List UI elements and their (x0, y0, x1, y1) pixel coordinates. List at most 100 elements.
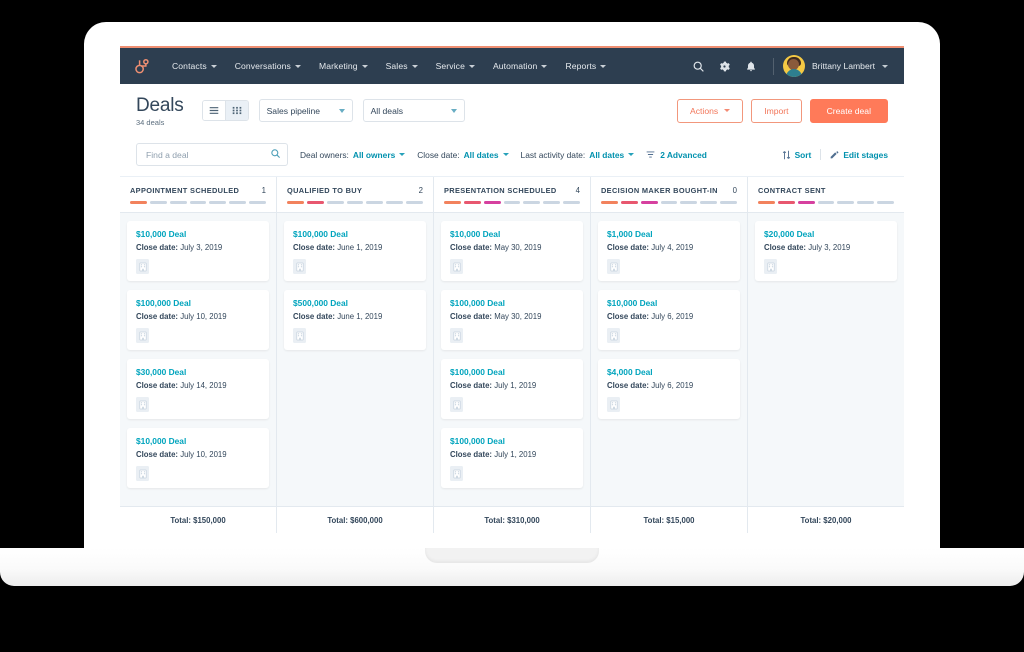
stage-progress-segment (483, 201, 501, 204)
import-button[interactable]: Import (751, 98, 802, 123)
deal-card[interactable]: $100,000 Deal Close date: July 1, 2019 (441, 359, 583, 419)
stage-progress-segment (386, 201, 404, 204)
column-count: 1 (261, 186, 266, 195)
deal-card-close-date: Close date: July 10, 2019 (136, 450, 260, 459)
last-activity-value[interactable]: All dates (589, 150, 635, 160)
deal-card-title[interactable]: $100,000 Deal (450, 367, 574, 377)
nav-item-sales[interactable]: Sales (377, 55, 427, 77)
stage-progress-segment (149, 201, 167, 204)
deal-card[interactable]: $1,000 Deal Close date: July 4, 2019 (598, 221, 740, 281)
deal-card[interactable]: $4,000 Deal Close date: July 6, 2019 (598, 359, 740, 419)
company-building-icon (607, 397, 620, 412)
deal-card-title[interactable]: $30,000 Deal (136, 367, 260, 377)
deal-card-close-date-value: July 1, 2019 (492, 450, 537, 459)
tools-divider (820, 149, 822, 160)
deal-card-title[interactable]: $100,000 Deal (136, 298, 260, 308)
deals-filter-select[interactable]: All deals (362, 99, 465, 122)
close-date-label: Close date: (417, 149, 460, 160)
nav-item-automation[interactable]: Automation (484, 55, 556, 77)
deal-card-title[interactable]: $100,000 Deal (450, 436, 574, 446)
chevron-down-icon (210, 64, 217, 68)
search-input[interactable] (144, 148, 280, 161)
company-building-icon (764, 259, 777, 274)
deal-card-title[interactable]: $1,000 Deal (607, 229, 731, 239)
stage-progress-segment (680, 201, 698, 204)
deal-card[interactable]: $10,000 Deal Close date: May 30, 2019 (441, 221, 583, 281)
nav-item-contacts[interactable]: Contacts (163, 55, 226, 77)
search-deal-box[interactable] (136, 143, 288, 166)
search-icon[interactable] (270, 148, 281, 159)
board-view-icon[interactable] (224, 101, 248, 120)
deal-card[interactable]: $10,000 Deal Close date: July 3, 2019 (127, 221, 269, 281)
deal-card-title[interactable]: $10,000 Deal (136, 436, 260, 446)
advanced-filters-button[interactable]: 2 Advanced (646, 150, 707, 160)
deal-card[interactable]: $20,000 Deal Close date: July 3, 2019 (755, 221, 897, 281)
bell-icon[interactable] (738, 53, 764, 79)
deal-card-title[interactable]: $10,000 Deal (136, 229, 260, 239)
deal-card-close-date: Close date: May 30, 2019 (450, 312, 574, 321)
deal-card-close-date-label: Close date: (607, 243, 650, 252)
company-building-icon (450, 466, 463, 481)
sort-arrows-icon (782, 150, 791, 160)
chevron-down-icon (338, 108, 345, 113)
nav-utility-group: Brittany Lambert (686, 53, 892, 79)
stage-progress-segment (797, 201, 815, 204)
deal-card-title[interactable]: $10,000 Deal (607, 298, 731, 308)
deal-card-title[interactable]: $100,000 Deal (450, 298, 574, 308)
pipeline-select[interactable]: Sales pipeline (258, 99, 353, 122)
deal-card[interactable]: $10,000 Deal Close date: July 10, 2019 (127, 428, 269, 488)
deal-owners-value[interactable]: All owners (353, 150, 406, 160)
board-column: CONTRACT SENT $20,000 Deal Close date: Jul… (748, 177, 904, 533)
sort-button[interactable]: Sort (782, 149, 812, 160)
column-header: APPOINTMENT SCHEDULED 1 (120, 177, 276, 213)
stage-progress-segment (463, 201, 481, 204)
deal-card-title[interactable]: $4,000 Deal (607, 367, 731, 377)
sort-label: Sort (794, 149, 812, 160)
deal-card-close-date: Close date: July 6, 2019 (607, 381, 731, 390)
deal-card-title[interactable]: $20,000 Deal (764, 229, 888, 239)
filter-bar: Deal owners: All owners Close date: All … (120, 137, 904, 177)
column-total: Total: $20,000 (748, 506, 904, 533)
pipeline-select-value: Sales pipeline (266, 105, 321, 116)
edit-stages-button[interactable]: Edit stages (830, 150, 888, 160)
search-icon[interactable] (686, 53, 712, 79)
gear-icon[interactable] (712, 53, 738, 79)
import-button-label: Import (764, 105, 789, 116)
deal-card-title[interactable]: $10,000 Deal (450, 229, 574, 239)
nav-item-reports[interactable]: Reports (556, 55, 615, 77)
nav-item-conversations[interactable]: Conversations (226, 55, 310, 77)
close-date-value[interactable]: All dates (464, 150, 509, 160)
company-building-icon (450, 328, 463, 343)
deal-card[interactable]: $30,000 Deal Close date: July 14, 2019 (127, 359, 269, 419)
deals-filter-value: All deals (370, 105, 404, 116)
deal-card-close-date: Close date: July 1, 2019 (450, 381, 574, 390)
create-deal-button[interactable]: Create deal (809, 98, 888, 123)
deal-card[interactable]: $100,000 Deal Close date: June 1, 2019 (284, 221, 426, 281)
main-menu: Contacts Conversations Marketing Sales S… (163, 55, 686, 77)
deal-card-close-date-value: July 6, 2019 (649, 381, 694, 390)
user-menu[interactable]: Brittany Lambert (782, 55, 892, 77)
deal-card-title[interactable]: $100,000 Deal (293, 229, 417, 239)
list-view-icon[interactable] (202, 101, 225, 120)
actions-button[interactable]: Actions (677, 98, 744, 123)
deals-board: APPOINTMENT SCHEDULED 1 $10,000 Deal Close … (120, 177, 904, 533)
hubspot-sprocket-logo[interactable] (132, 57, 151, 76)
nav-item-marketing[interactable]: Marketing (310, 55, 377, 77)
deal-card-close-date-label: Close date: (607, 312, 650, 321)
column-header: CONTRACT SENT (748, 177, 904, 213)
stage-progress-segment (287, 201, 304, 204)
nav-item-service[interactable]: Service (427, 55, 484, 77)
deal-count-subtitle: 34 deals (136, 118, 165, 127)
title-block: Deals 34 deals (136, 95, 184, 128)
deal-card[interactable]: $10,000 Deal Close date: July 6, 2019 (598, 290, 740, 350)
page-title: Deals (136, 95, 184, 116)
nav-item-label: Service (435, 61, 465, 71)
chevron-down-icon (361, 64, 368, 68)
board-tools: Sort Edit stages (782, 149, 888, 160)
deal-card-title[interactable]: $500,000 Deal (293, 298, 417, 308)
deal-card[interactable]: $500,000 Deal Close date: June 1, 2019 (284, 290, 426, 350)
stage-progress-segment (817, 201, 835, 204)
deal-card[interactable]: $100,000 Deal Close date: May 30, 2019 (441, 290, 583, 350)
deal-card[interactable]: $100,000 Deal Close date: July 10, 2019 (127, 290, 269, 350)
deal-card[interactable]: $100,000 Deal Close date: July 1, 2019 (441, 428, 583, 488)
